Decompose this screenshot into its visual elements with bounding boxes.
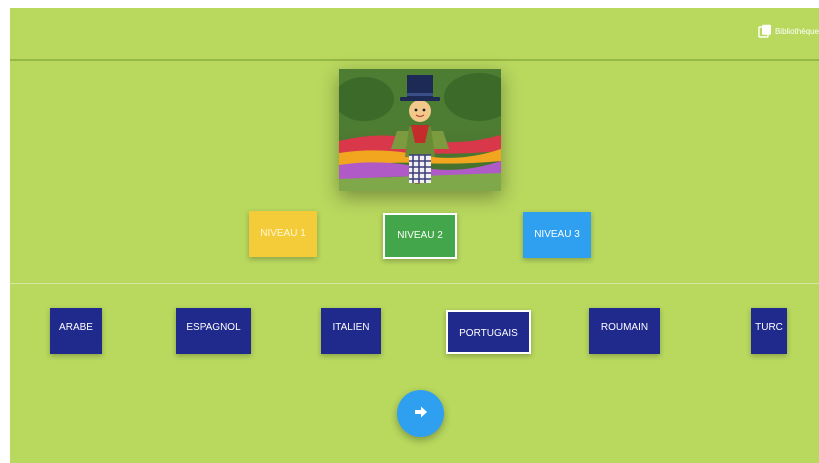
next-button[interactable] [397, 390, 444, 437]
language-button-roumain[interactable]: ROUMAIN [589, 308, 660, 354]
top-bar: Bibliothèque [10, 8, 819, 61]
library-label: Bibliothèque [774, 26, 819, 36]
section-divider [10, 283, 819, 284]
scarecrow-image [334, 69, 514, 191]
level-2-button[interactable]: NIVEAU 2 [383, 213, 457, 259]
library-link[interactable]: Bibliothèque [758, 24, 819, 38]
language-button-italien[interactable]: ITALIEN [321, 308, 381, 354]
level-3-button[interactable]: NIVEAU 3 [523, 212, 591, 258]
arrow-right-icon [414, 405, 428, 423]
language-button-espagnol[interactable]: ESPAGNOL [176, 308, 251, 354]
app-screen: Bibliothèque NIVEAU 1 NIVEAU 2 NIVEAU 3 … [10, 8, 819, 463]
library-icon [758, 24, 772, 38]
language-button-arabe[interactable]: ARABE [50, 308, 102, 354]
level-1-button[interactable]: NIVEAU 1 [249, 211, 317, 257]
language-button-turc[interactable]: TURC [751, 308, 787, 354]
language-button-portugais[interactable]: PORTUGAIS [446, 310, 531, 354]
